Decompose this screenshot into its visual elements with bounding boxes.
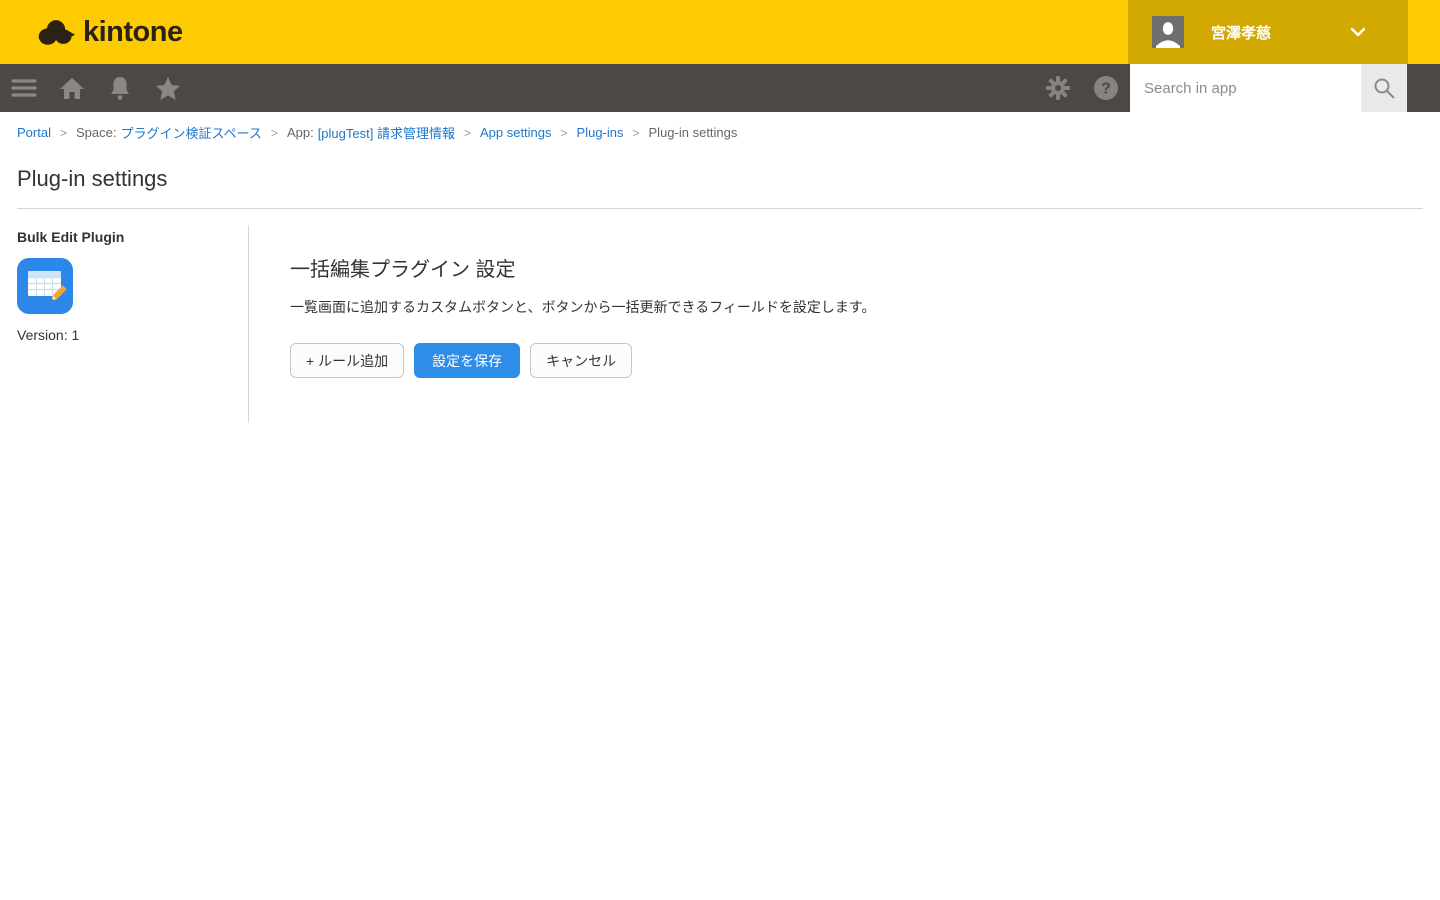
- save-settings-button[interactable]: 設定を保存: [414, 343, 521, 378]
- nav-right-group: ?: [1034, 64, 1440, 112]
- content-area: Bulk Edit Plugin Version: 1 一括編集プラグイン 設定…: [0, 209, 1440, 423]
- svg-text:?: ?: [1101, 81, 1111, 98]
- settings-heading: 一括編集プラグイン 設定: [290, 259, 516, 281]
- breadcrumb-plugins-link[interactable]: Plug-ins: [577, 125, 624, 140]
- breadcrumb-separator: >: [463, 125, 471, 140]
- plugin-settings-panel: 一括編集プラグイン 設定 一覧画面に追加するカスタムボタンと、ボタンから一括更新…: [249, 209, 875, 378]
- star-icon[interactable]: [144, 64, 192, 112]
- breadcrumb: Portal > Space: プラグイン検証スペース > App: [plug…: [0, 112, 1440, 142]
- breadcrumb-space-prefix: Space:: [75, 125, 117, 140]
- page-title: Plug-in settings: [17, 166, 168, 191]
- add-rule-button[interactable]: + ルール追加: [290, 343, 405, 378]
- hamburger-menu-icon[interactable]: [0, 64, 48, 112]
- home-icon[interactable]: [48, 64, 96, 112]
- plugin-version: Version: 1: [17, 327, 80, 343]
- logo-wordmark: kintone: [83, 15, 183, 48]
- gear-icon[interactable]: [1034, 64, 1082, 112]
- breadcrumb-app-prefix: App:: [286, 125, 314, 140]
- plugin-sidebar: Bulk Edit Plugin Version: 1: [0, 209, 248, 343]
- user-name: 宮澤孝慈: [1211, 24, 1272, 42]
- cloud-icon: [36, 16, 76, 48]
- help-icon[interactable]: ?: [1082, 64, 1130, 112]
- kintone-logo[interactable]: kintone: [36, 16, 183, 49]
- plugin-icon: [17, 258, 73, 314]
- bell-icon[interactable]: [96, 64, 144, 112]
- search-input[interactable]: [1130, 64, 1361, 112]
- breadcrumb-separator: >: [270, 125, 278, 140]
- settings-description: 一覧画面に追加するカスタムボタンと、ボタンから一括更新できるフィールドを設定しま…: [290, 299, 876, 315]
- breadcrumb-separator: >: [632, 125, 640, 140]
- chevron-down-icon: [1350, 27, 1366, 37]
- breadcrumb-separator: >: [560, 125, 568, 140]
- breadcrumb-separator: >: [59, 125, 67, 140]
- top-bar: kintone 宮澤孝慈: [0, 0, 1440, 64]
- avatar: [1152, 16, 1184, 48]
- nav-bar: ?: [0, 64, 1440, 112]
- breadcrumb-current: Plug-in settings: [648, 125, 738, 140]
- plugin-name: Bulk Edit Plugin: [17, 229, 125, 245]
- magnifier-icon: [1372, 76, 1396, 100]
- breadcrumb-portal-link[interactable]: Portal: [17, 125, 51, 140]
- breadcrumb-app-link[interactable]: [plugTest] 請求管理情報: [318, 123, 455, 142]
- breadcrumb-space-link[interactable]: プラグイン検証スペース: [120, 123, 261, 142]
- cancel-button[interactable]: キャンセル: [530, 343, 633, 378]
- search-button[interactable]: [1361, 64, 1407, 112]
- breadcrumb-app-settings-link[interactable]: App settings: [480, 125, 552, 140]
- button-row: + ルール追加 設定を保存 キャンセル: [290, 343, 875, 378]
- user-menu[interactable]: 宮澤孝慈: [1128, 0, 1408, 64]
